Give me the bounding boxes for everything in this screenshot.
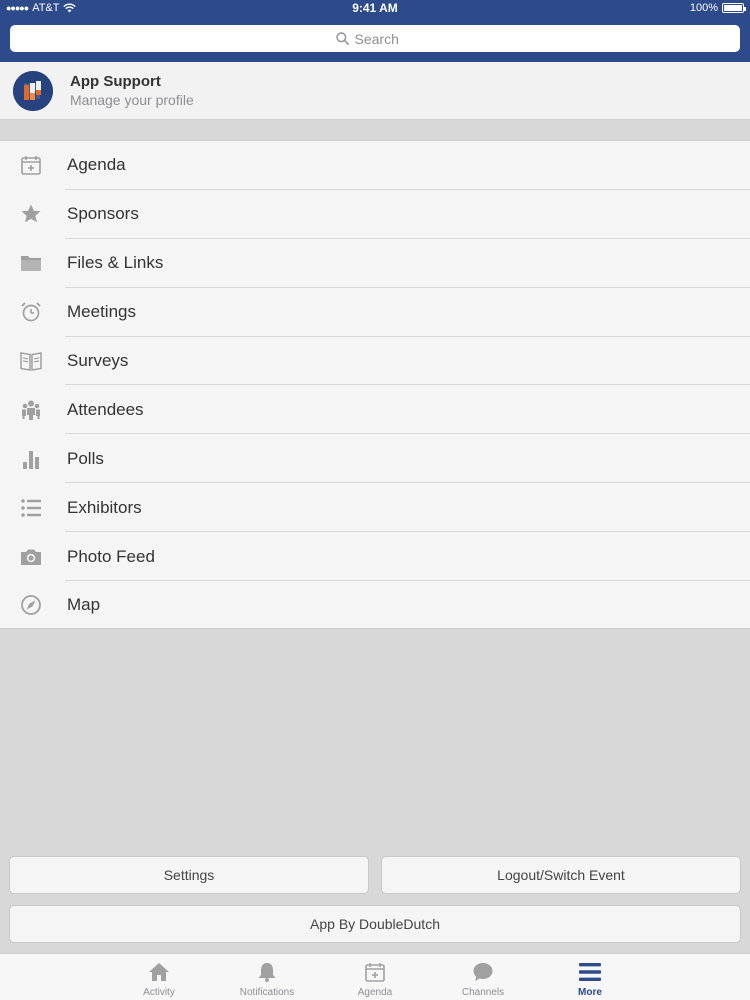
status-time: 9:41 AM bbox=[352, 1, 398, 15]
menu-item-label: Map bbox=[67, 595, 101, 615]
search-bar[interactable] bbox=[10, 25, 740, 52]
menu-item-map[interactable]: Map bbox=[0, 581, 750, 630]
tab-label: Activity bbox=[143, 987, 175, 998]
tab-channels[interactable]: Channels bbox=[433, 954, 533, 1000]
menu-item-label: Agenda bbox=[67, 155, 126, 175]
tab-label: Channels bbox=[461, 987, 505, 998]
calendar-icon bbox=[363, 960, 387, 984]
battery-icon bbox=[722, 3, 746, 13]
tab-label: Notifications bbox=[239, 987, 295, 998]
bar-chart-icon bbox=[19, 447, 43, 471]
menu-item-exhibitors[interactable]: Exhibitors bbox=[0, 483, 750, 533]
menu-item-agenda[interactable]: Agenda bbox=[0, 141, 750, 190]
calendar-icon bbox=[19, 153, 43, 177]
alarm-clock-icon bbox=[19, 300, 43, 324]
compass-icon bbox=[19, 593, 43, 617]
battery-info: 100% bbox=[689, 2, 746, 14]
menu-item-photo-feed[interactable]: Photo Feed bbox=[0, 532, 750, 581]
status-bar: ●●●●● AT&T 9:41 AM 100% bbox=[0, 0, 750, 18]
menu-icon bbox=[578, 960, 602, 984]
menu-item-polls[interactable]: Polls bbox=[0, 434, 750, 484]
more-menu-list: Agenda Sponsors Files & Links Meetings S… bbox=[0, 140, 750, 629]
menu-item-label: Polls bbox=[67, 448, 104, 468]
tab-label: Agenda bbox=[357, 987, 393, 998]
search-input[interactable] bbox=[354, 30, 415, 47]
menu-item-label: Files & Links bbox=[67, 253, 164, 273]
menu-item-label: Surveys bbox=[67, 351, 129, 370]
menu-item-label: Attendees bbox=[67, 399, 144, 419]
profile-name: App Support bbox=[70, 73, 161, 90]
list-icon bbox=[19, 496, 43, 520]
tab-notifications[interactable]: Notifications bbox=[217, 954, 317, 1000]
profile-subtitle: Manage your profile bbox=[70, 92, 194, 108]
folder-icon bbox=[19, 251, 43, 275]
settings-button[interactable]: Settings bbox=[9, 856, 369, 894]
menu-item-files-links[interactable]: Files & Links bbox=[0, 239, 750, 288]
tab-more[interactable]: More bbox=[540, 954, 640, 1000]
tab-bar: Activity Notifications Agenda Channels M… bbox=[0, 953, 750, 1000]
camera-icon bbox=[19, 545, 43, 569]
search-icon bbox=[335, 32, 349, 45]
menu-item-attendees[interactable]: Attendees bbox=[0, 385, 750, 435]
menu-item-label: Exhibitors bbox=[67, 497, 142, 517]
app-by-doubledutch-button[interactable]: App By DoubleDutch bbox=[9, 905, 741, 943]
tab-label: More bbox=[578, 987, 602, 998]
profile-row[interactable]: App Support Manage your profile bbox=[0, 62, 750, 120]
menu-item-label: Sponsors bbox=[67, 204, 139, 224]
menu-item-label: Photo Feed bbox=[67, 546, 155, 566]
logout-switch-event-button[interactable]: Logout/Switch Event bbox=[381, 856, 741, 894]
tab-activity[interactable]: Activity bbox=[109, 954, 209, 1000]
chat-bubble-icon bbox=[471, 960, 495, 984]
home-icon bbox=[147, 960, 171, 984]
star-icon bbox=[19, 202, 43, 226]
people-icon bbox=[19, 398, 43, 422]
menu-item-sponsors[interactable]: Sponsors bbox=[0, 190, 750, 239]
header-bar: ●●●●● AT&T 9:41 AM 100% bbox=[0, 0, 750, 62]
menu-item-meetings[interactable]: Meetings bbox=[0, 288, 750, 337]
menu-item-label: Meetings bbox=[67, 302, 136, 322]
app-logo-icon bbox=[13, 71, 53, 111]
avatar bbox=[13, 71, 53, 111]
bell-icon bbox=[255, 960, 279, 984]
menu-item-surveys[interactable]: Surveys bbox=[0, 337, 750, 386]
tab-agenda[interactable]: Agenda bbox=[325, 954, 425, 1000]
battery-percent: 100% bbox=[689, 2, 718, 14]
book-icon bbox=[19, 349, 43, 373]
